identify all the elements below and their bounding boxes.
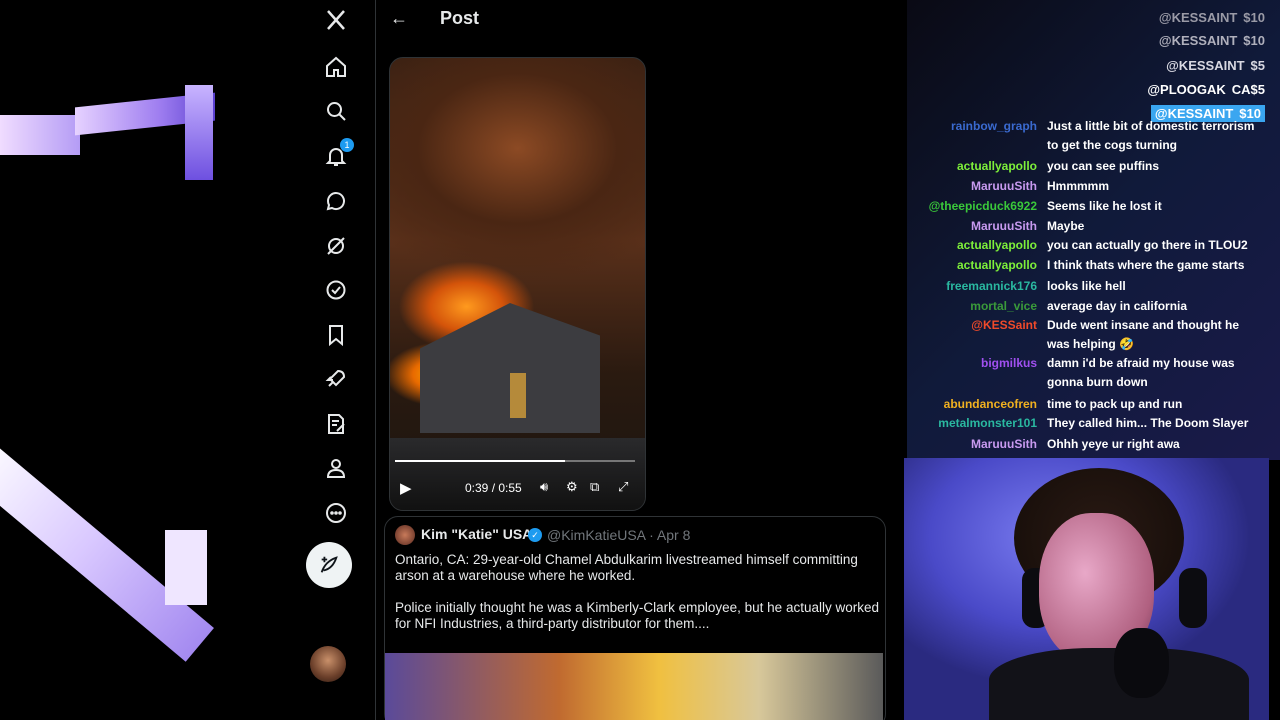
glitch-streak [185, 85, 213, 180]
donation-item: @KESSAINT $5 [1166, 58, 1265, 73]
chat-username[interactable]: MaruuuSith [971, 435, 1037, 454]
chat-username[interactable]: mortal_vice [970, 297, 1037, 316]
chat-message-text: Maybe [1047, 219, 1085, 233]
chat-username[interactable]: actuallyapollo [957, 256, 1037, 275]
grok-icon[interactable] [320, 230, 352, 262]
chat-message-text: Seems like he lost it [1047, 199, 1162, 213]
post-column: ← Post ▶ 0:39 / 0:55 🔊︎ ⚙ ⧉ ⤢ Kim "Katie… [375, 0, 909, 720]
headset-icon [1179, 568, 1207, 628]
avatar[interactable] [395, 525, 415, 545]
chat-message-text: Ohhh yeye ur right awa [1047, 437, 1180, 451]
video-time: 0:39 / 0:55 [465, 481, 522, 495]
donation-user: @KESSAINT [1158, 10, 1238, 25]
bookmark-icon[interactable] [320, 319, 352, 351]
donation-amount: CA$5 [1231, 82, 1265, 97]
glitch-streak [165, 530, 207, 605]
chat-username[interactable]: @theepicduck6922 [929, 197, 1037, 216]
home-icon[interactable] [320, 51, 352, 83]
pip-icon[interactable]: ⧉ [590, 479, 599, 495]
chat-username[interactable]: abundanceofren [944, 395, 1037, 414]
donation-amount: $5 [1250, 58, 1265, 73]
glitch-art-background [0, 0, 300, 720]
chat-username[interactable]: MaruuuSith [971, 177, 1037, 196]
quoted-post-paragraph: Police initially thought he was a Kimber… [395, 600, 879, 631]
compose-post-button[interactable] [306, 542, 352, 588]
chat-username[interactable]: bigmilkus [981, 354, 1037, 373]
compose-list-icon[interactable] [320, 408, 352, 440]
chat-message-text: I think thats where the game starts [1047, 258, 1245, 272]
fullscreen-icon[interactable]: ⤢ [618, 479, 628, 495]
chat-message-text: Just a little bit of domestic terrorism … [1047, 119, 1255, 152]
chat-username[interactable]: metalmonster101 [938, 414, 1037, 433]
microphone-icon [1114, 628, 1169, 698]
chat-message-text: time to pack up and run [1047, 397, 1183, 411]
chat-username[interactable]: actuallyapollo [957, 157, 1037, 176]
donation-user: @KESSAINT [1166, 58, 1245, 73]
stream-chat: @KESSAINT $10 @KESSAINT $10 @KESSAINT $5 @PLOO… [907, 0, 1280, 460]
chat-message-text: you can see puffins [1047, 159, 1160, 173]
chat-message-text: you can actually go there in TLOU2 [1047, 238, 1248, 252]
donation-amount: $10 [1243, 33, 1265, 48]
verified-badge-icon: ✓ [528, 528, 542, 542]
rocket-icon[interactable] [320, 363, 352, 395]
donation-item: @KESSAINT $10 [1159, 33, 1265, 48]
avatar[interactable] [310, 646, 346, 682]
video-controls: ▶ 0:39 / 0:55 🔊︎ ⚙ ⧉ ⤢ [390, 476, 645, 502]
page-title: Post [440, 8, 480, 28]
chat-message-text: looks like hell [1047, 279, 1126, 293]
volume-icon[interactable]: 🔊︎ [540, 479, 548, 495]
quoted-post-paragraph: Ontario, CA: 29-year-old Chamel Abdulkar… [395, 552, 858, 583]
webcam-feed [904, 458, 1269, 720]
chat-message-text: Dude went insane and thought he was help… [1047, 318, 1239, 351]
chat-message-text: damn i'd be afraid my house was gonna bu… [1047, 356, 1235, 389]
video-progress-bar[interactable] [395, 460, 635, 462]
play-icon[interactable]: ▶ [400, 479, 412, 497]
quoted-post[interactable]: Kim "Katie" USA ✓ @KimKatieUSA · Apr 8 O… [384, 516, 886, 720]
post-header: ← Post [376, 0, 908, 40]
donation-user: @KESSAINT [1158, 33, 1238, 48]
quoted-author-handle[interactable]: @KimKatieUSA · Apr 8 [547, 527, 690, 543]
chat-username[interactable]: actuallyapollo [957, 236, 1037, 255]
settings-icon[interactable]: ⚙ [566, 479, 578, 495]
glitch-streak [0, 115, 80, 155]
messages-icon[interactable] [320, 185, 352, 217]
sidebar-nav: 1 [300, 0, 372, 720]
quoted-post-media[interactable] [385, 653, 883, 720]
chat-message-text: average day in california [1047, 299, 1188, 313]
chat-username[interactable]: @KESSaint [971, 316, 1037, 335]
quoted-author-name[interactable]: Kim "Katie" USA [421, 526, 532, 542]
feather-plus-icon [320, 556, 338, 573]
chat-username[interactable]: freemannick176 [946, 277, 1037, 296]
donation-item: @PLOOGAK CA$5 [1147, 82, 1265, 97]
verified-icon[interactable] [320, 274, 352, 306]
bell-icon[interactable]: 1 [320, 138, 354, 172]
notification-badge: 1 [340, 138, 354, 152]
donation-amount: $10 [1243, 10, 1265, 25]
search-icon[interactable] [320, 95, 352, 127]
donation-item: @KESSAINT $10 [1159, 10, 1265, 25]
quoted-post-text: Ontario, CA: 29-year-old Chamel Abdulkar… [395, 552, 880, 648]
x-logo-icon[interactable] [320, 4, 352, 36]
video-frame-window [510, 373, 526, 418]
video-player[interactable]: ▶ 0:39 / 0:55 🔊︎ ⚙ ⧉ ⤢ [389, 57, 646, 511]
profile-icon[interactable] [320, 452, 352, 484]
more-icon[interactable] [320, 497, 352, 529]
chat-message-text: They called him... The Doom Slayer [1047, 416, 1249, 430]
donation-user: @PLOOGAK [1147, 82, 1226, 97]
chat-message-text: Hmmmmm [1047, 179, 1110, 193]
chat-username[interactable]: rainbow_graph [951, 117, 1037, 136]
video-progress-fill [395, 460, 566, 462]
chat-username[interactable]: MaruuuSith [971, 217, 1037, 236]
back-arrow-icon[interactable]: ← [390, 8, 408, 29]
